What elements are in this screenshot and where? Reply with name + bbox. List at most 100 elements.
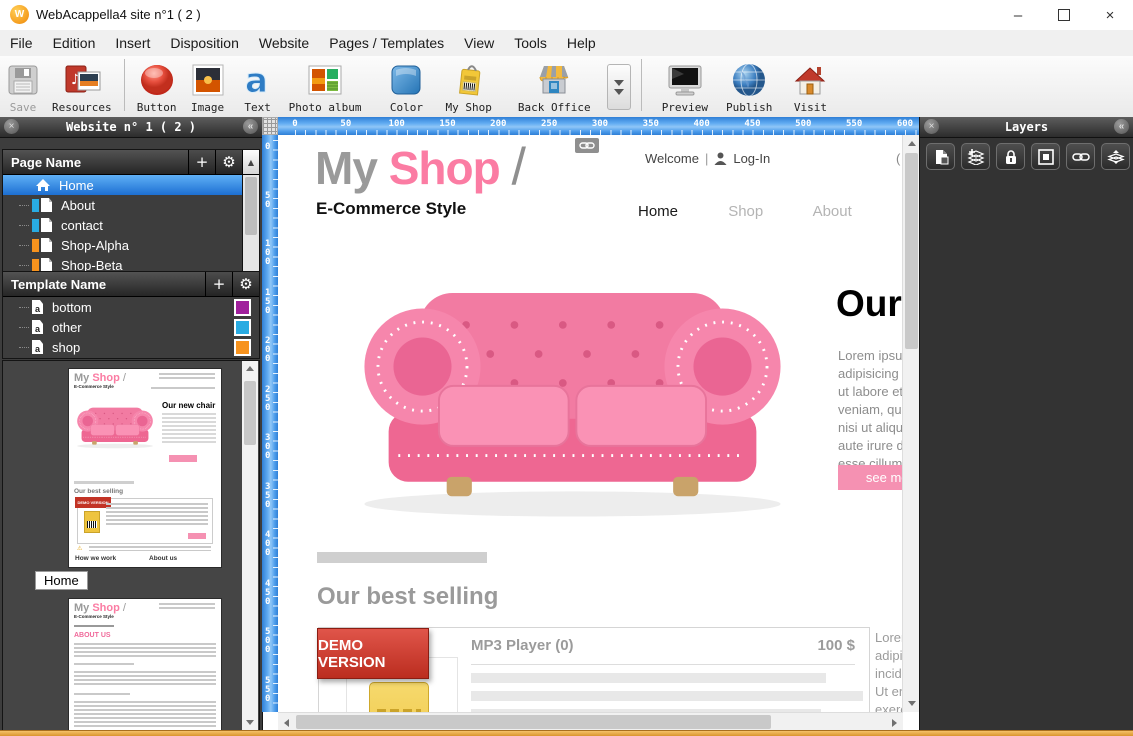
preview-icon xyxy=(662,60,708,100)
publish-button[interactable]: Publish xyxy=(720,59,778,114)
template-row-bottom[interactable]: a bottom xyxy=(3,297,259,317)
collapse-panel-icon[interactable]: « xyxy=(243,119,258,134)
text-tool-button[interactable]: a Text xyxy=(233,59,283,114)
image-tool-icon xyxy=(189,60,227,100)
visit-icon xyxy=(790,60,830,100)
add-template-button[interactable]: + xyxy=(205,272,232,296)
color-tool-button[interactable]: Color xyxy=(381,59,431,114)
close-panel-icon[interactable]: × xyxy=(924,119,939,134)
page-row-home[interactable]: Home xyxy=(3,175,259,195)
resources-icon: ♪ xyxy=(52,60,112,100)
nav-home[interactable]: Home xyxy=(638,203,678,220)
preview-button[interactable]: Preview xyxy=(656,59,714,114)
app-icon: W xyxy=(10,5,29,24)
nav-about[interactable]: About xyxy=(813,203,852,220)
page-row-about[interactable]: About xyxy=(3,195,259,215)
template-color-swatch xyxy=(234,318,251,336)
menu-disposition[interactable]: Disposition xyxy=(160,30,248,56)
back-office-button[interactable]: Back Office xyxy=(512,59,597,114)
chevron-down-icon xyxy=(613,79,624,86)
visit-button[interactable]: Visit xyxy=(784,59,836,114)
new-layer-button[interactable] xyxy=(926,143,955,170)
save-button[interactable]: Save xyxy=(0,59,46,114)
menu-edition[interactable]: Edition xyxy=(43,30,106,56)
lock-layer-button[interactable] xyxy=(996,143,1025,170)
template-settings-button[interactable]: ⚙ xyxy=(232,272,259,296)
scroll-up-arrow[interactable] xyxy=(903,135,920,152)
section-divider xyxy=(317,552,487,563)
menu-tools[interactable]: Tools xyxy=(504,30,557,56)
frame-layer-button[interactable] xyxy=(1031,143,1060,170)
menu-insert[interactable]: Insert xyxy=(105,30,160,56)
placeholder-bar xyxy=(471,673,826,683)
page-settings-button[interactable]: ⚙ xyxy=(215,150,242,174)
vscroll-thumb[interactable] xyxy=(905,153,918,349)
back-office-icon xyxy=(518,60,591,100)
template-list-header: Template Name + ⚙ xyxy=(3,272,259,297)
template-label: other xyxy=(52,319,82,335)
canvas-vscrollbar[interactable] xyxy=(902,135,920,712)
menu-file[interactable]: File xyxy=(0,30,43,56)
collapse-panel-icon[interactable]: « xyxy=(1114,119,1129,134)
product-price: 100 $ xyxy=(817,637,855,654)
thumbnail-scrollbar[interactable] xyxy=(242,361,258,730)
login-link[interactable]: Log-In xyxy=(733,151,770,166)
maximize-button[interactable] xyxy=(1041,0,1087,30)
template-icon: a xyxy=(32,300,43,314)
page-thumbnail-about[interactable]: My Shop / E-Commerce Style ABOUT US xyxy=(69,599,221,730)
page-row-shop-alpha[interactable]: Shop-Alpha xyxy=(3,235,259,255)
template-color-swatch xyxy=(234,298,251,316)
placeholder-bar xyxy=(471,691,863,701)
template-row-shop[interactable]: a shop xyxy=(3,337,259,357)
resources-button[interactable]: ♪ Resources xyxy=(46,59,118,114)
image-tool-button[interactable]: Image xyxy=(183,59,233,114)
canvas-hscrollbar[interactable] xyxy=(278,712,903,732)
demo-version-badge: DEMO VERSION xyxy=(317,628,429,679)
hero-heading: Our new chair xyxy=(836,283,903,324)
button-tool-button[interactable]: Button xyxy=(131,59,183,114)
page-label: Home xyxy=(59,177,94,193)
template-row-other[interactable]: a other xyxy=(3,317,259,337)
template-label: shop xyxy=(52,339,81,355)
hscroll-thumb[interactable] xyxy=(296,715,771,729)
publish-icon xyxy=(726,60,772,100)
menu-website[interactable]: Website xyxy=(249,30,319,56)
link-icon xyxy=(1071,152,1090,161)
photo-album-button[interactable]: Photo album xyxy=(283,59,368,114)
template-icon: a xyxy=(32,320,43,334)
couch-image[interactable] xyxy=(330,233,815,533)
ruler-origin xyxy=(262,117,278,135)
window-title: WebAcappella4 site n°1 ( 2 ) xyxy=(36,7,201,22)
scroll-down-arrow[interactable] xyxy=(903,695,920,712)
layers-toolbar xyxy=(926,143,1133,170)
page-list-title: Page Name xyxy=(11,154,82,170)
close-button[interactable]: × xyxy=(1087,0,1133,30)
close-panel-icon[interactable]: × xyxy=(4,119,19,134)
arrange-layers-button[interactable] xyxy=(1101,143,1130,170)
menu-view[interactable]: View xyxy=(454,30,504,56)
minimize-button[interactable]: – xyxy=(995,0,1041,30)
add-page-button[interactable]: + xyxy=(188,150,215,174)
cart-fragment: ( xyxy=(896,151,901,166)
my-shop-button[interactable]: My Shop xyxy=(439,59,497,114)
add-layer-button[interactable] xyxy=(961,143,990,170)
page-thumbnail-home[interactable]: My Shop / E-Commerce Style Our new chair… xyxy=(69,369,221,567)
website-panel: × Website n° 1 ( 2 ) « Page Name + ⚙ ▲ H… xyxy=(0,117,263,731)
page-row-contact[interactable]: contact xyxy=(3,215,259,235)
link-layer-button[interactable] xyxy=(1066,143,1095,170)
link-icon[interactable] xyxy=(575,138,599,153)
h-ruler: 0 50 100 150 200 250 300 350 400 450 500 550 600 xyxy=(278,117,920,136)
see-more-button[interactable]: see more xyxy=(838,465,903,490)
page-canvas[interactable]: My Shop / E-Commerce Style Welcome | Log… xyxy=(278,135,903,712)
template-list-title: Template Name xyxy=(11,276,107,292)
toolbar-overflow-button[interactable] xyxy=(606,64,631,110)
menu-help[interactable]: Help xyxy=(557,30,606,56)
nav-shop[interactable]: Shop xyxy=(728,203,763,220)
best-selling-heading: Our best selling xyxy=(317,583,499,610)
page-list-scroll-up[interactable]: ▲ xyxy=(242,150,259,174)
template-label: bottom xyxy=(52,299,92,315)
product-title[interactable]: MP3 Player (0) xyxy=(471,637,574,654)
page-label: Shop-Alpha xyxy=(61,237,129,253)
product-card[interactable]: DEMO VERSION MP3 Player (0) 100 $ xyxy=(317,627,870,712)
menu-pages-templates[interactable]: Pages / Templates xyxy=(319,30,454,56)
